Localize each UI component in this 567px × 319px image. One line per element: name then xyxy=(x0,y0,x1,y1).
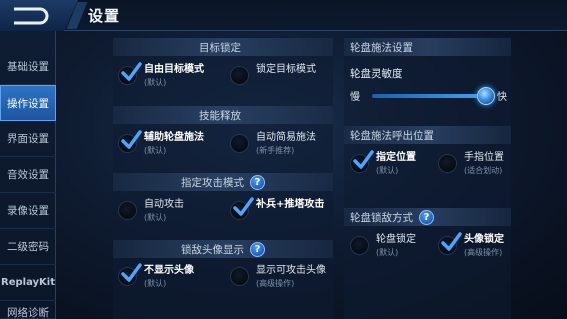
option-free-target[interactable]: 自由目标模式 (默认) xyxy=(118,62,204,88)
radio-last-hit-tower[interactable] xyxy=(230,197,254,220)
radio-auto-attack[interactable] xyxy=(118,201,137,220)
option-label: 轮盘锁定 xyxy=(376,234,416,245)
option-sublabel: (默认) xyxy=(376,165,399,175)
attack-mode-title: 指定攻击模式 xyxy=(181,176,244,189)
option-auto-attack[interactable]: 自动攻击 (默认) xyxy=(118,199,184,223)
lock-avatar-title: 锁敌头像显示 xyxy=(181,243,244,256)
option-show-attackable-avatar[interactable]: 显示可攻击头像 (高级操作) xyxy=(230,265,326,289)
target-lock-header: 目标锁定 xyxy=(113,38,333,56)
skill-cast-title: 技能释放 xyxy=(199,109,241,122)
slider-fast-label: 快 xyxy=(497,92,507,103)
lock-avatar-header: 锁敌头像显示 ? xyxy=(113,240,333,258)
option-sublabel: (默认) xyxy=(144,145,167,155)
radio-wheel-lock[interactable] xyxy=(350,236,369,255)
slider-fill xyxy=(372,94,487,98)
radio-assist-wheel[interactable] xyxy=(118,130,142,153)
checkmark-icon xyxy=(353,150,374,169)
back-arrow-icon xyxy=(14,7,49,24)
option-finger-position[interactable]: 手指位置 (适合划动) xyxy=(438,152,504,176)
option-sublabel: (默认) xyxy=(144,212,167,222)
checkmark-icon xyxy=(233,197,254,216)
sidebar-item-controls[interactable]: 操作设置 xyxy=(0,85,56,121)
option-label: 补兵+推塔攻击 xyxy=(256,199,325,210)
radio-hide-avatar[interactable] xyxy=(118,263,142,286)
wheel-position-header: 轮盘施法呼出位置 xyxy=(344,126,511,144)
help-icon[interactable]: ? xyxy=(419,209,434,225)
sidebar-item-sound[interactable]: 音效设置 xyxy=(0,157,56,193)
option-label: 辅助轮盘施法 xyxy=(144,132,204,143)
slider-slow-label: 慢 xyxy=(350,92,360,103)
wheel-cast-title: 轮盘施法设置 xyxy=(350,41,413,54)
option-label: 头像锁定 xyxy=(464,234,504,245)
sidebar-item-interface[interactable]: 界面设置 xyxy=(0,121,56,157)
checkmark-icon xyxy=(121,62,142,81)
option-sublabel: (适合划动) xyxy=(464,165,503,175)
option-sublabel: (默认) xyxy=(144,77,167,87)
checkmark-icon xyxy=(121,130,142,149)
target-lock-title: 目标锁定 xyxy=(199,41,241,54)
option-sublabel: (高级操作) xyxy=(464,247,503,257)
radio-lock-target[interactable] xyxy=(230,66,249,85)
checkmark-icon xyxy=(441,232,462,251)
page-title: 设置 xyxy=(88,7,121,25)
option-label: 显示可攻击头像 xyxy=(256,265,326,276)
option-avatar-lock[interactable]: 头像锁定 (高级操作) xyxy=(438,232,504,258)
sidebar: 基础设置 操作设置 界面设置 音效设置 录像设置 二级密码 ReplayKit … xyxy=(0,31,56,319)
option-sublabel: (新手推荐) xyxy=(256,145,295,155)
option-auto-simple[interactable]: 自动简易施法 (新手推荐) xyxy=(230,132,316,156)
option-assist-wheel[interactable]: 辅助轮盘施法 (默认) xyxy=(118,130,204,156)
option-last-hit-tower[interactable]: 补兵+推塔攻击 xyxy=(230,197,325,220)
option-label: 锁定目标模式 xyxy=(256,64,316,75)
option-label: 自由目标模式 xyxy=(144,64,204,75)
option-hide-avatar[interactable]: 不显示头像 (默认) xyxy=(118,263,194,289)
option-sublabel: (高级操作) xyxy=(256,278,295,288)
sidebar-item-secondary-password[interactable]: 二级密码 xyxy=(0,229,56,265)
sidebar-item-replaykit[interactable]: ReplayKit xyxy=(0,265,56,301)
sidebar-item-network-diagnosis[interactable]: 网络诊断 xyxy=(0,301,56,319)
help-icon[interactable]: ? xyxy=(250,241,265,257)
help-icon[interactable]: ? xyxy=(250,174,265,190)
radio-auto-simple[interactable] xyxy=(230,134,249,153)
option-wheel-lock[interactable]: 轮盘锁定 (默认) xyxy=(350,234,416,258)
option-label: 不显示头像 xyxy=(144,265,194,276)
radio-show-attackable-avatar[interactable] xyxy=(230,267,249,286)
wheel-position-title: 轮盘施法呼出位置 xyxy=(350,129,434,142)
sensitivity-slider[interactable] xyxy=(372,87,496,105)
radio-finger-position[interactable] xyxy=(438,154,457,173)
option-label: 手指位置 xyxy=(464,152,504,163)
checkmark-icon xyxy=(121,263,142,282)
radio-free-target[interactable] xyxy=(118,62,142,85)
option-sublabel: (默认) xyxy=(376,247,399,257)
wheel-lock-header: 轮盘锁敌方式 ? xyxy=(344,208,511,226)
option-label: 自动攻击 xyxy=(144,199,184,210)
option-fixed-position[interactable]: 指定位置 (默认) xyxy=(350,150,416,176)
top-bar: 设置 xyxy=(0,0,567,31)
skill-cast-header: 技能释放 xyxy=(113,106,333,124)
sidebar-item-basic[interactable]: 基础设置 xyxy=(0,49,56,85)
wheel-lock-title: 轮盘锁敌方式 xyxy=(350,211,413,224)
option-label: 自动简易施法 xyxy=(256,132,316,143)
attack-mode-header: 指定攻击模式 ? xyxy=(113,173,333,191)
radio-avatar-lock[interactable] xyxy=(438,232,462,255)
wheel-cast-header: 轮盘施法设置 xyxy=(344,38,511,56)
option-sublabel: (默认) xyxy=(144,278,167,288)
option-lock-target[interactable]: 锁定目标模式 xyxy=(230,64,316,85)
sidebar-item-replay-settings[interactable]: 录像设置 xyxy=(0,193,56,229)
sensitivity-label: 轮盘灵敏度 xyxy=(350,68,403,80)
radio-fixed-position[interactable] xyxy=(350,150,374,173)
option-label: 指定位置 xyxy=(376,152,416,163)
